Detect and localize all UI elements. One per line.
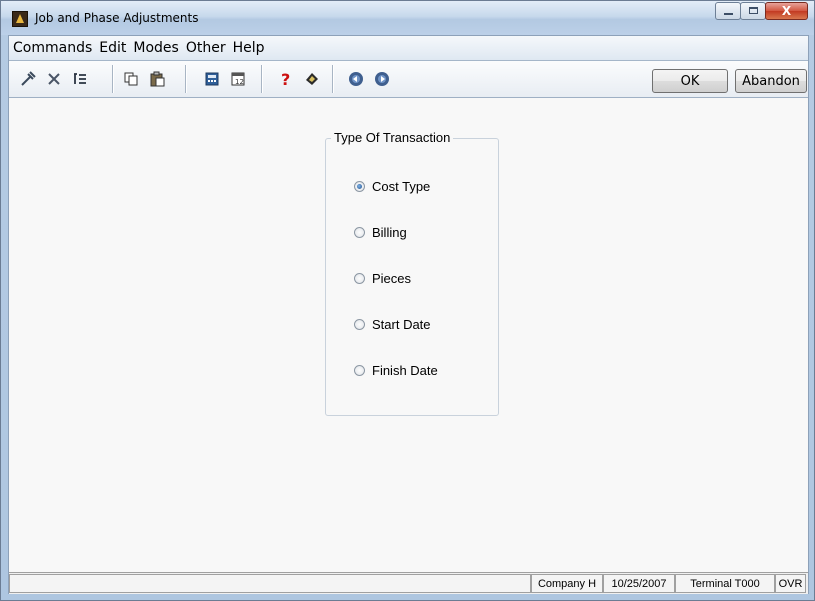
- svg-text:12: 12: [235, 78, 244, 86]
- back-icon[interactable]: [345, 68, 367, 90]
- help-icon[interactable]: ?: [275, 68, 297, 90]
- app-window: Job and Phase Adjustments X Commands Edi…: [0, 0, 815, 601]
- menu-modes[interactable]: Modes: [130, 40, 181, 56]
- forward-icon[interactable]: [371, 68, 393, 90]
- menu-edit[interactable]: Edit: [96, 40, 129, 56]
- minimize-button[interactable]: [715, 2, 741, 20]
- status-date: 10/25/2007: [603, 574, 675, 593]
- radio-button[interactable]: [354, 181, 365, 192]
- toolbar-separator: [332, 65, 334, 93]
- status-company: Company H: [531, 574, 603, 593]
- form-content: Type Of Transaction Cost Type Billing Pi…: [9, 98, 808, 571]
- group-title: Type Of Transaction: [331, 130, 454, 145]
- delete-icon[interactable]: [43, 68, 65, 90]
- status-overwrite-mode: OVR: [775, 574, 806, 593]
- svg-text:?: ?: [281, 70, 290, 88]
- toolbar-group-tools: 12: [201, 65, 253, 93]
- radio-button[interactable]: [354, 227, 365, 238]
- menu-help[interactable]: Help: [230, 40, 268, 56]
- radio-button[interactable]: [354, 319, 365, 330]
- minimize-icon: [724, 13, 733, 15]
- close-button[interactable]: X: [765, 2, 808, 20]
- close-icon: X: [781, 4, 792, 18]
- tools-icon[interactable]: [17, 68, 39, 90]
- maximize-icon: [749, 7, 758, 14]
- book-icon[interactable]: [301, 68, 323, 90]
- app-logo-icon: [12, 11, 28, 27]
- radio-finish-date[interactable]: Finish Date: [354, 363, 438, 378]
- status-terminal: Terminal T000: [675, 574, 775, 593]
- status-message: [9, 574, 531, 593]
- toolbar-group-edit: [17, 65, 95, 93]
- toolbar-separator: [185, 65, 187, 93]
- toolbar-separator: [112, 65, 114, 93]
- radio-cost-type[interactable]: Cost Type: [354, 179, 430, 194]
- status-bar: Company H 10/25/2007 Terminal T000 OVR: [9, 572, 808, 594]
- radio-label: Start Date: [372, 317, 431, 332]
- list-icon[interactable]: [69, 68, 91, 90]
- radio-button[interactable]: [354, 365, 365, 376]
- copy-icon[interactable]: [120, 68, 142, 90]
- radio-label: Cost Type: [372, 179, 431, 194]
- abandon-button[interactable]: Abandon: [735, 69, 807, 93]
- menu-other[interactable]: Other: [183, 40, 229, 56]
- radio-label: Finish Date: [372, 363, 438, 378]
- window-title: Job and Phase Adjustments: [35, 11, 199, 25]
- radio-billing[interactable]: Billing: [354, 225, 407, 240]
- toolbar: 12 ? OK Abandon: [9, 61, 808, 98]
- radio-label: Pieces: [372, 271, 412, 286]
- caption-buttons: X: [715, 2, 808, 22]
- calculator-icon[interactable]: [201, 68, 223, 90]
- radio-pieces[interactable]: Pieces: [354, 271, 411, 286]
- toolbar-group-nav: [345, 65, 397, 93]
- toolbar-separator: [261, 65, 263, 93]
- radio-label: Billing: [372, 225, 407, 240]
- calendar-icon[interactable]: 12: [227, 68, 249, 90]
- paste-icon[interactable]: [146, 68, 168, 90]
- menu-commands[interactable]: Commands: [10, 40, 95, 56]
- transaction-type-group: Type Of Transaction Cost Type Billing Pi…: [325, 130, 499, 416]
- maximize-button[interactable]: [740, 2, 766, 20]
- radio-button[interactable]: [354, 273, 365, 284]
- title-bar[interactable]: Job and Phase Adjustments X: [1, 1, 814, 35]
- toolbar-group-help: ?: [275, 65, 327, 93]
- menu-bar: Commands Edit Modes Other Help: [9, 36, 808, 61]
- radio-start-date[interactable]: Start Date: [354, 317, 431, 332]
- ok-button[interactable]: OK: [652, 69, 728, 93]
- toolbar-group-clipboard: [120, 65, 172, 93]
- client-area: Commands Edit Modes Other Help 12 ? OK A…: [8, 35, 809, 594]
